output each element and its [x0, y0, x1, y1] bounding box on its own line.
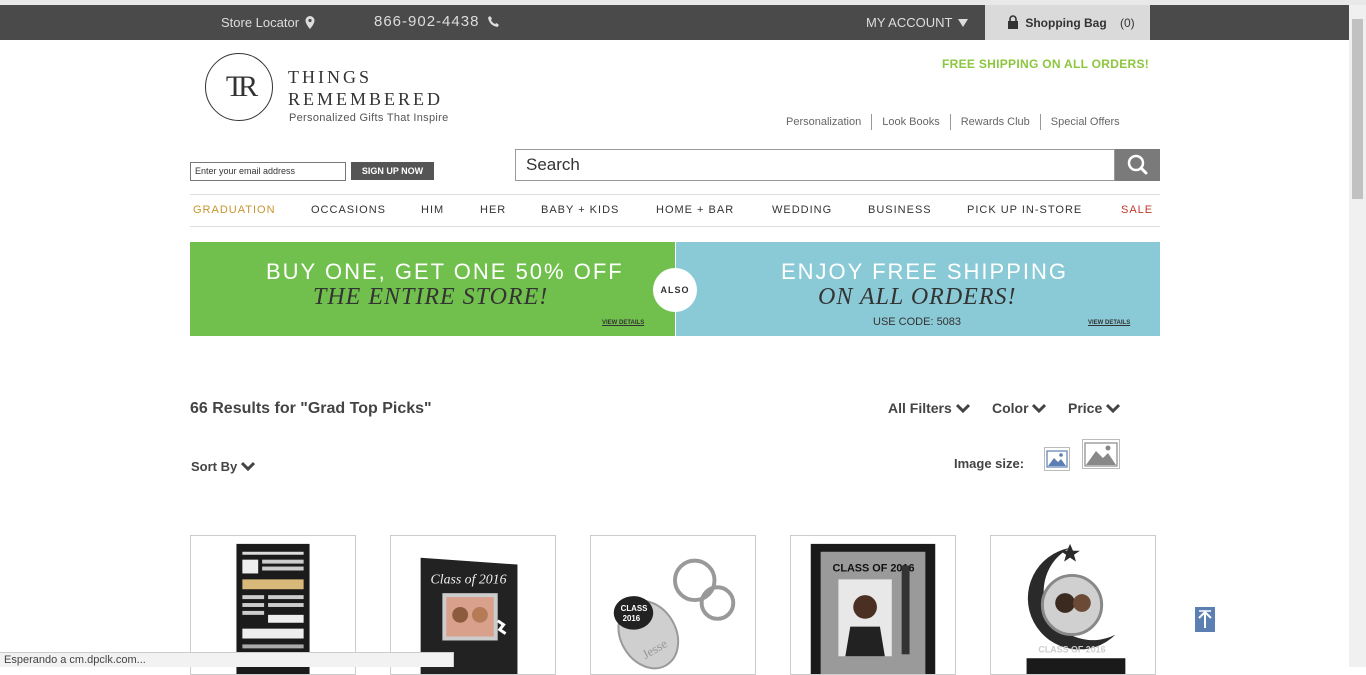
search-button[interactable]: [1115, 149, 1160, 181]
map-pin-icon: [305, 16, 315, 29]
image-size-label: Image size:: [954, 456, 1025, 471]
shopping-bag-button[interactable]: Shopping Bag (0): [985, 5, 1150, 40]
nav-pick-up-in-store[interactable]: PICK UP IN-STORE: [967, 204, 1082, 216]
results-heading: 66 Results for "Grad Top Picks": [190, 400, 432, 417]
search-input[interactable]: Search: [515, 149, 1115, 181]
arrow-up-icon: [1198, 610, 1212, 628]
logo-line-2: REMEMBERED: [288, 89, 444, 109]
filter-price-label: Price: [1068, 400, 1103, 416]
back-to-top-button[interactable]: [1195, 607, 1215, 632]
lock-icon: [1008, 15, 1018, 29]
filter-all-label: All Filters: [888, 400, 952, 416]
promo-bogo-banner[interactable]: BUY ONE, GET ONE 50% OFF THE ENTIRE STOR…: [190, 242, 675, 336]
promo-shipping-banner[interactable]: ENJOY FREE SHIPPING ON ALL ORDERS! USE C…: [676, 242, 1160, 336]
nav-occasions[interactable]: OCCASIONS: [311, 204, 386, 216]
svg-text:2016: 2016: [623, 614, 641, 623]
image-large-icon: [1084, 442, 1118, 467]
promo-shipping-subhead: ON ALL ORDERS!: [818, 284, 1017, 310]
nav-her[interactable]: HER: [480, 204, 506, 216]
link-special-offers[interactable]: Special Offers: [1039, 114, 1130, 130]
phone-number: 866-902-4438: [374, 13, 480, 30]
product-image-keychain: CLASS 2016 Jesse: [613, 558, 736, 670]
nav-baby-kids[interactable]: BABY + KIDS: [541, 204, 619, 216]
link-personalization[interactable]: Personalization: [786, 114, 871, 130]
image-size-small-button[interactable]: [1044, 447, 1070, 471]
promo-left-view-details[interactable]: VIEW DETAILS: [602, 320, 644, 326]
sort-by-label: Sort By: [191, 459, 238, 474]
nav-sale[interactable]: SALE: [1121, 204, 1153, 216]
browser-status-bar: Esperando a cm.dpclk.com...: [0, 652, 454, 667]
free-shipping-banner[interactable]: FREE SHIPPING ON ALL ORDERS!: [942, 57, 1149, 71]
sign-up-button[interactable]: SIGN UP NOW: [351, 162, 434, 180]
shopping-bag-label: Shopping Bag: [1025, 16, 1107, 30]
nav-wedding[interactable]: WEDDING: [772, 204, 832, 216]
product-card-class-frame[interactable]: CLASS OF 2016: [790, 535, 956, 675]
caret-down-icon: [957, 19, 968, 27]
link-rewards-club[interactable]: Rewards Club: [949, 114, 1040, 130]
utility-bar: Store Locator 866-902-4438 MY ACCOUNT Sh…: [0, 5, 1349, 40]
svg-text:CLASS: CLASS: [621, 604, 648, 613]
logo-monogram[interactable]: TR: [205, 53, 273, 121]
promo-code: USE CODE: 5083: [873, 316, 962, 328]
bag-count: (0): [1120, 16, 1135, 30]
product-card-class-keychain[interactable]: CLASS 2016 Jesse: [590, 535, 756, 675]
my-account-menu[interactable]: MY ACCOUNT: [866, 15, 968, 30]
nav-business[interactable]: BUSINESS: [868, 204, 932, 216]
filter-all[interactable]: All Filters: [888, 400, 970, 416]
filter-price[interactable]: Price: [1068, 400, 1121, 416]
page-scrollbar[interactable]: [1349, 5, 1366, 667]
product-card-class-ornament[interactable]: CLASS OF 2016: [990, 535, 1156, 675]
logo-line-1: THINGS: [288, 67, 372, 87]
store-locator-link[interactable]: Store Locator: [221, 15, 315, 30]
email-signup-input[interactable]: Enter your email address: [190, 162, 346, 181]
sort-by-dropdown[interactable]: Sort By: [191, 459, 255, 474]
promo-also-badge: ALSO: [653, 268, 697, 312]
image-small-icon: [1046, 450, 1068, 468]
my-account-label: MY ACCOUNT: [866, 15, 953, 30]
filter-color-label: Color: [992, 400, 1029, 416]
phone-link[interactable]: 866-902-4438: [374, 13, 499, 30]
image-size-large-button[interactable]: [1082, 439, 1120, 469]
link-look-books[interactable]: Look Books: [871, 114, 949, 130]
promo-shipping-headline: ENJOY FREE SHIPPING: [781, 259, 1068, 284]
store-locator-label: Store Locator: [221, 15, 300, 30]
svg-text:CLASS OF 2016: CLASS OF 2016: [1038, 644, 1105, 654]
logo-wordmark[interactable]: THINGS REMEMBERED: [288, 66, 443, 110]
phone-icon: [487, 16, 499, 27]
promo-right-view-details[interactable]: VIEW DETAILS: [1088, 320, 1130, 326]
nav-graduation[interactable]: GRADUATION: [193, 204, 276, 216]
nav-home-bar[interactable]: HOME + BAR: [656, 204, 734, 216]
chevron-down-icon: [1032, 403, 1047, 414]
nav-him[interactable]: HIM: [421, 204, 444, 216]
scrollbar-thumb[interactable]: [1352, 19, 1363, 199]
promo-bogo-headline: BUY ONE, GET ONE 50% OFF: [266, 259, 624, 284]
svg-text:Class of 2016: Class of 2016: [431, 571, 507, 586]
main-nav: GRADUATION OCCASIONS HIM HER BABY + KIDS…: [190, 194, 1160, 227]
chevron-down-icon: [955, 403, 970, 414]
product-image-ornament: CLASS OF 2016: [1026, 543, 1126, 674]
promo-bogo-subhead: THE ENTIRE STORE!: [313, 284, 549, 310]
brand-tagline: Personalized Gifts That Inspire: [289, 112, 449, 124]
product-image-photo-frame: CLASS OF 2016: [810, 543, 936, 674]
chevron-down-icon: [1106, 403, 1121, 414]
filter-color[interactable]: Color: [992, 400, 1047, 416]
utility-links: Personalization Look Books Rewards Club …: [786, 114, 1130, 130]
search-icon: [1127, 154, 1148, 175]
chevron-down-icon: [240, 461, 255, 472]
